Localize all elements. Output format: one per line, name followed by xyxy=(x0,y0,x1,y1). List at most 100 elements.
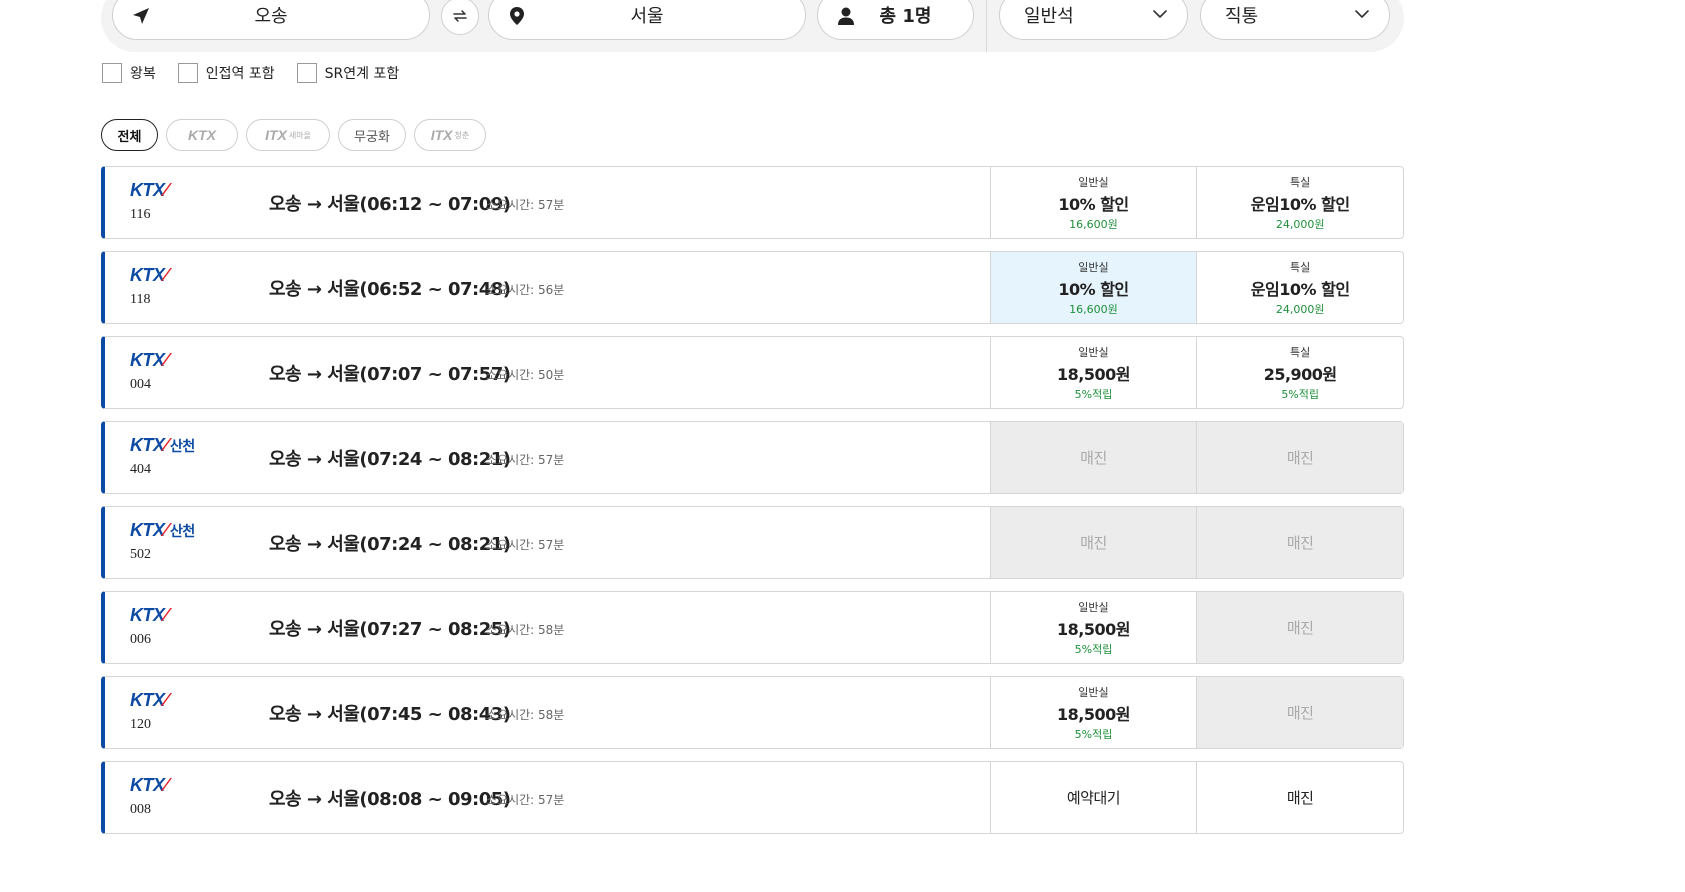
train-brand: KTX xyxy=(130,265,165,285)
ktx-swoosh-icon: ⁄ xyxy=(164,265,168,285)
ktx-swoosh-icon: ⁄ xyxy=(164,775,168,795)
general-seat-label: 일반실 xyxy=(1078,685,1109,699)
departure-station-value: 오송 xyxy=(254,6,288,27)
ktx-swoosh-icon: ⁄ xyxy=(164,605,168,625)
chevron-down-icon xyxy=(1153,10,1167,18)
train-duration: 소요시간: 56분 xyxy=(486,283,565,297)
special-seat-cell[interactable]: 특실 25,900원 5%적립 xyxy=(1196,337,1403,408)
train-route-time: 오송 → 서울(07:24 ~ 08:21) xyxy=(269,534,511,555)
general-seat-label: 일반실 xyxy=(1078,260,1109,274)
train-row: KTX⁄ 120 오송 → 서울(07:45 ~ 08:43) 소요시간: 58… xyxy=(101,676,1404,749)
train-route-time: 오송 → 서울(07:45 ~ 08:43) xyxy=(269,704,511,725)
train-duration: 소요시간: 58분 xyxy=(486,623,565,637)
general-seat-price: 예약대기 xyxy=(1066,789,1121,807)
itx-saemaeul-logo: ITX xyxy=(265,127,287,143)
navigation-arrow-icon xyxy=(133,8,149,24)
general-seat-label: 일반실 xyxy=(1078,600,1109,614)
train-duration: 소요시간: 57분 xyxy=(486,198,565,212)
general-seat-cell[interactable]: 예약대기 xyxy=(989,762,1197,833)
special-seat-cell[interactable]: 매진 xyxy=(1196,762,1403,833)
checkbox-box[interactable] xyxy=(296,63,317,83)
general-seat-fare-note: 5%적립 xyxy=(1074,642,1113,656)
train-duration: 소요시간: 50분 xyxy=(486,368,565,382)
train-info: KTX⁄ 116 오송 → 서울(06:12 ~ 07:09) 소요시간: 57… xyxy=(105,167,990,238)
special-seat-price: 운임10% 할인 xyxy=(1250,194,1350,214)
special-seat-fare-note: 24,000원 xyxy=(1275,217,1325,231)
general-seat-cell[interactable]: 일반실 10% 할인 16,600원 xyxy=(989,252,1197,323)
ktx-swoosh-icon: ⁄ xyxy=(164,435,168,455)
swap-icon xyxy=(453,10,467,22)
train-info: KTX⁄ 산천 404 오송 → 서울(07:24 ~ 08:21) 소요시간: … xyxy=(105,422,990,493)
general-seat-price: 18,500원 xyxy=(1057,364,1130,384)
seat-class-value: 일반석 xyxy=(1024,6,1074,27)
special-seat-price: 매진 xyxy=(1286,619,1314,637)
train-row: KTX⁄ 006 오송 → 서울(07:27 ~ 08:25) 소요시간: 58… xyxy=(101,591,1404,664)
train-type-filter: 전체 KTX ITX 새마을 무궁화 ITX 청춘 xyxy=(101,119,494,151)
general-seat-cell[interactable]: 일반실 10% 할인 16,600원 xyxy=(989,167,1197,238)
passenger-count-field[interactable]: 총 1명 xyxy=(817,0,974,40)
train-brand-logo: KTX⁄ xyxy=(130,605,167,626)
special-seat-label: 특실 xyxy=(1290,345,1311,359)
adjacent-station-checkbox[interactable]: 인접역 포함 xyxy=(177,63,275,83)
special-seat-cell: 매진 xyxy=(1196,677,1404,748)
train-brand-sub: 산천 xyxy=(170,438,195,454)
general-seat-price: 18,500원 xyxy=(1057,619,1130,639)
train-brand-logo: KTX⁄ xyxy=(130,350,167,371)
checkbox-box[interactable] xyxy=(102,63,122,83)
general-seat-price: 18,500원 xyxy=(1057,704,1130,724)
special-seat-cell[interactable]: 특실 운임10% 할인 24,000원 xyxy=(1196,252,1403,323)
route-type-select[interactable]: 직통 xyxy=(1200,0,1390,40)
train-row: KTX⁄ 116 오송 → 서울(06:12 ~ 07:09) 소요시간: 57… xyxy=(101,166,1404,239)
filter-all-chip[interactable]: 전체 xyxy=(101,119,158,151)
arrival-station-field[interactable]: 서울 xyxy=(488,0,806,40)
departure-station-field[interactable]: 오송 xyxy=(112,0,430,40)
train-brand: KTX xyxy=(130,520,165,540)
train-brand-logo: KTX⁄ 산천 xyxy=(130,520,195,541)
general-seat-cell[interactable]: 일반실 18,500원 5%적립 xyxy=(989,337,1197,408)
train-duration: 소요시간: 57분 xyxy=(486,538,565,552)
general-seat-cell[interactable]: 일반실 18,500원 5%적립 xyxy=(989,592,1197,663)
ktx-swoosh-icon: ⁄ xyxy=(164,520,168,540)
train-brand-sub: 산천 xyxy=(170,523,195,539)
seat-class-select[interactable]: 일반석 xyxy=(999,0,1188,40)
checkbox-box[interactable] xyxy=(177,63,198,83)
ktx-swoosh-icon: ⁄ xyxy=(164,350,168,370)
train-number: 404 xyxy=(130,462,151,477)
train-duration: 소요시간: 57분 xyxy=(486,453,565,467)
adjacent-station-label: 인접역 포함 xyxy=(205,66,275,82)
train-route-time: 오송 → 서울(07:24 ~ 08:21) xyxy=(269,449,511,470)
train-number: 502 xyxy=(130,547,151,562)
ktx-logo: KTX xyxy=(188,127,216,143)
train-info: KTX⁄ 004 오송 → 서울(07:07 ~ 07:57) 소요시간: 50… xyxy=(105,337,990,408)
round-trip-checkbox[interactable]: 왕복 xyxy=(102,63,156,83)
train-number: 118 xyxy=(130,292,151,307)
train-info: KTX⁄ 120 오송 → 서울(07:45 ~ 08:43) 소요시간: 58… xyxy=(105,677,990,748)
train-row: KTX⁄ 산천 502 오송 → 서울(07:24 ~ 08:21) 소요시간: … xyxy=(101,506,1404,579)
general-seat-cell: 매진 xyxy=(989,507,1197,578)
filter-ktx-chip[interactable]: KTX xyxy=(166,119,238,151)
general-seat-fare-note: 16,600원 xyxy=(1069,302,1118,316)
train-brand-logo: KTX⁄ xyxy=(130,180,167,201)
general-seat-price: 매진 xyxy=(1080,449,1107,467)
filter-itx-cheongchun-chip[interactable]: ITX 청춘 xyxy=(414,119,486,151)
filter-mugunghwa-label: 무궁화 xyxy=(354,129,390,145)
general-seat-cell[interactable]: 일반실 18,500원 5%적립 xyxy=(989,677,1197,748)
train-info: KTX⁄ 산천 502 오송 → 서울(07:24 ~ 08:21) 소요시간: … xyxy=(105,507,990,578)
train-brand: KTX xyxy=(130,350,165,370)
general-seat-price: 매진 xyxy=(1080,534,1107,552)
sr-link-label: SR연계 포함 xyxy=(324,66,400,82)
general-seat-price: 10% 할인 xyxy=(1058,194,1129,214)
train-brand: KTX xyxy=(130,180,165,200)
train-duration: 소요시간: 58분 xyxy=(486,708,565,722)
special-seat-cell[interactable]: 특실 운임10% 할인 24,000원 xyxy=(1196,167,1403,238)
train-info: KTX⁄ 006 오송 → 서울(07:27 ~ 08:25) 소요시간: 58… xyxy=(105,592,990,663)
sr-link-checkbox[interactable]: SR연계 포함 xyxy=(296,63,400,83)
arrival-station-value: 서울 xyxy=(630,6,664,27)
train-route-time: 오송 → 서울(06:12 ~ 07:09) xyxy=(269,194,511,215)
filter-mugunghwa-chip[interactable]: 무궁화 xyxy=(338,119,406,151)
special-seat-price: 25,900원 xyxy=(1263,364,1337,384)
filter-itx-saemaeul-chip[interactable]: ITX 새마을 xyxy=(246,119,330,151)
general-seat-cell: 매진 xyxy=(989,422,1197,493)
train-list: KTX⁄ 116 오송 → 서울(06:12 ~ 07:09) 소요시간: 57… xyxy=(101,166,1404,846)
general-seat-fare-note: 16,600원 xyxy=(1069,217,1118,231)
